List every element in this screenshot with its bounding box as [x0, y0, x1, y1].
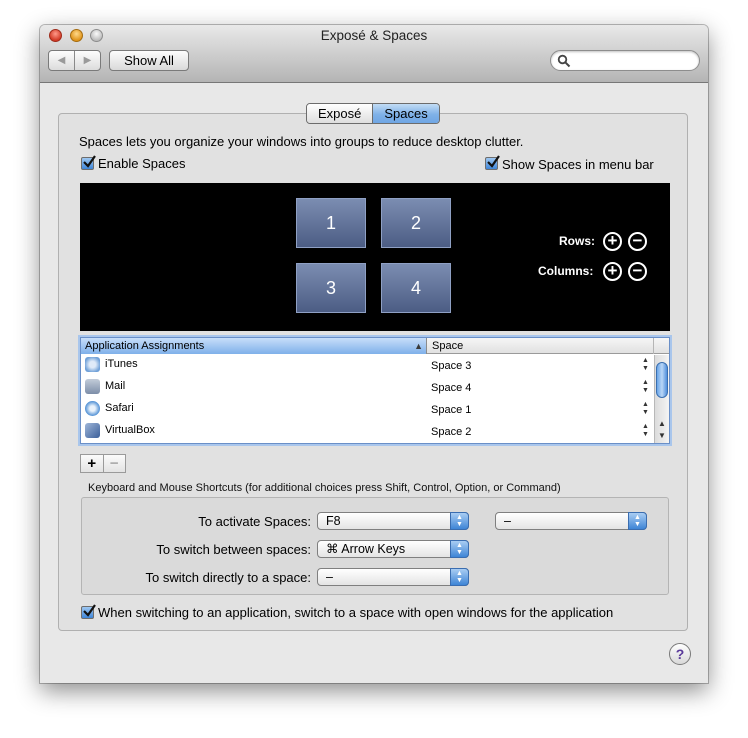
show-spaces-menu-bar-label: Show Spaces in menu bar	[502, 157, 654, 172]
remove-assignment-button[interactable]: −	[104, 455, 126, 472]
space-tile-1[interactable]: 1	[296, 198, 366, 248]
back-button[interactable]: ◀	[49, 51, 75, 70]
safari-icon	[85, 401, 100, 416]
help-button[interactable]: ?	[669, 643, 691, 665]
activate-spaces-mouse-value: –	[504, 514, 511, 528]
back-forward-control: ◀ ▶	[48, 50, 101, 71]
remove-row-button[interactable]: −	[628, 232, 647, 251]
checkmark-icon	[83, 604, 96, 617]
popup-arrows-icon: ▲ ▼	[450, 540, 469, 558]
space-tile-4[interactable]: 4	[381, 263, 451, 313]
switch-directly-label: To switch directly to a space:	[145, 570, 311, 585]
stepper-icon[interactable]: ▲ ▼	[642, 379, 649, 395]
enable-spaces-label: Enable Spaces	[98, 156, 186, 171]
show-spaces-menu-bar-checkbox[interactable]	[485, 155, 500, 170]
scrollbar-thumb[interactable]	[656, 362, 668, 398]
preferences-window: Exposé & Spaces ◀ ▶ Show All Exposé Spac…	[40, 25, 708, 683]
switch-between-spaces-popup[interactable]: ⌘ Arrow Keys ▲ ▼	[317, 540, 469, 558]
virtualbox-icon	[85, 423, 100, 438]
scroll-down-arrow-icon[interactable]: ▼	[655, 430, 669, 442]
space-assignment[interactable]: Space 4	[431, 382, 471, 394]
remove-column-button[interactable]: −	[628, 262, 647, 281]
popup-arrows-icon: ▲ ▼	[628, 512, 647, 530]
activate-spaces-popup[interactable]: F8 ▲ ▼	[317, 512, 469, 530]
table-scrollbar[interactable]: ▲ ▼	[654, 355, 669, 443]
search-icon	[557, 54, 571, 68]
stepper-icon[interactable]: ▲ ▼	[642, 401, 649, 417]
spaces-description: Spaces lets you organize your windows in…	[79, 134, 524, 149]
scroll-up-arrow-icon[interactable]: ▲	[655, 418, 669, 430]
table-row[interactable]: VirtualBox Space 2 ▲ ▼	[81, 421, 653, 443]
app-name: Safari	[105, 402, 134, 414]
activate-spaces-mouse-popup[interactable]: – ▲ ▼	[495, 512, 647, 530]
space-assignment[interactable]: Space 2	[431, 426, 471, 438]
window-title: Exposé & Spaces	[320, 28, 428, 43]
switch-to-app-space-checkbox[interactable]	[81, 604, 96, 619]
app-name: VirtualBox	[105, 424, 155, 436]
add-column-button[interactable]: +	[603, 262, 622, 281]
column-header-application-label: Application Assignments	[85, 340, 205, 352]
search-field[interactable]	[550, 50, 700, 71]
tab-spaces[interactable]: Spaces	[373, 104, 439, 123]
columns-label: Columns:	[538, 264, 594, 278]
column-header-application[interactable]: Application Assignments ▲	[81, 338, 427, 354]
shortcuts-section-title: Keyboard and Mouse Shortcuts (for additi…	[88, 482, 561, 494]
table-row[interactable]: Safari Space 1 ▲ ▼	[81, 399, 653, 421]
stepper-icon[interactable]: ▲ ▼	[642, 357, 649, 373]
add-assignment-button[interactable]: +	[81, 455, 104, 472]
application-assignments-table: Application Assignments ▲ Space iTunes S…	[80, 337, 670, 444]
popup-arrows-icon: ▲ ▼	[450, 512, 469, 530]
switch-to-app-space-label: When switching to an application, switch…	[98, 605, 614, 620]
tab-expose[interactable]: Exposé	[307, 104, 374, 123]
app-name: iTunes	[105, 358, 138, 370]
space-assignment[interactable]: Space 1	[431, 404, 471, 416]
checkmark-icon	[83, 155, 96, 168]
assignment-add-remove-control: + −	[80, 454, 126, 473]
forward-button[interactable]: ▶	[75, 51, 100, 70]
shortcuts-box: To activate Spaces: F8 ▲ ▼ – ▲ ▼ To switch…	[81, 497, 669, 595]
itunes-icon	[85, 357, 100, 372]
switch-directly-popup[interactable]: – ▲ ▼	[317, 568, 469, 586]
column-header-space[interactable]: Space	[429, 338, 654, 354]
table-row[interactable]: iTunes Space 3 ▲ ▼	[81, 355, 653, 377]
spaces-layout-preview: 1 2 3 4 Rows: + − Columns: + −	[80, 183, 670, 331]
activate-spaces-label: To activate Spaces:	[198, 514, 311, 529]
space-tile-2[interactable]: 2	[381, 198, 451, 248]
app-name: Mail	[105, 380, 126, 392]
enable-spaces-checkbox[interactable]	[81, 155, 96, 170]
switch-between-spaces-label: To switch between spaces:	[156, 542, 311, 557]
title-bar: Exposé & Spaces ◀ ▶ Show All	[40, 25, 708, 83]
tab-bar: Exposé Spaces	[306, 103, 440, 124]
switch-between-spaces-value: ⌘ Arrow Keys	[326, 542, 406, 556]
space-tile-3[interactable]: 3	[296, 263, 366, 313]
add-row-button[interactable]: +	[603, 232, 622, 251]
popup-arrows-icon: ▲ ▼	[450, 568, 469, 586]
activate-spaces-value: F8	[326, 514, 341, 528]
space-assignment[interactable]: Space 3	[431, 360, 471, 372]
show-all-button[interactable]: Show All	[109, 50, 189, 71]
checkmark-icon	[487, 155, 500, 168]
stepper-icon[interactable]: ▲ ▼	[642, 423, 649, 439]
sort-ascending-icon: ▲	[414, 341, 423, 351]
table-row[interactable]: Mail Space 4 ▲ ▼	[81, 377, 653, 399]
rows-label: Rows:	[559, 234, 595, 248]
table-header: Application Assignments ▲ Space	[81, 338, 669, 354]
mail-icon	[85, 379, 100, 394]
switch-directly-value: –	[326, 570, 333, 584]
search-input[interactable]	[573, 53, 691, 68]
